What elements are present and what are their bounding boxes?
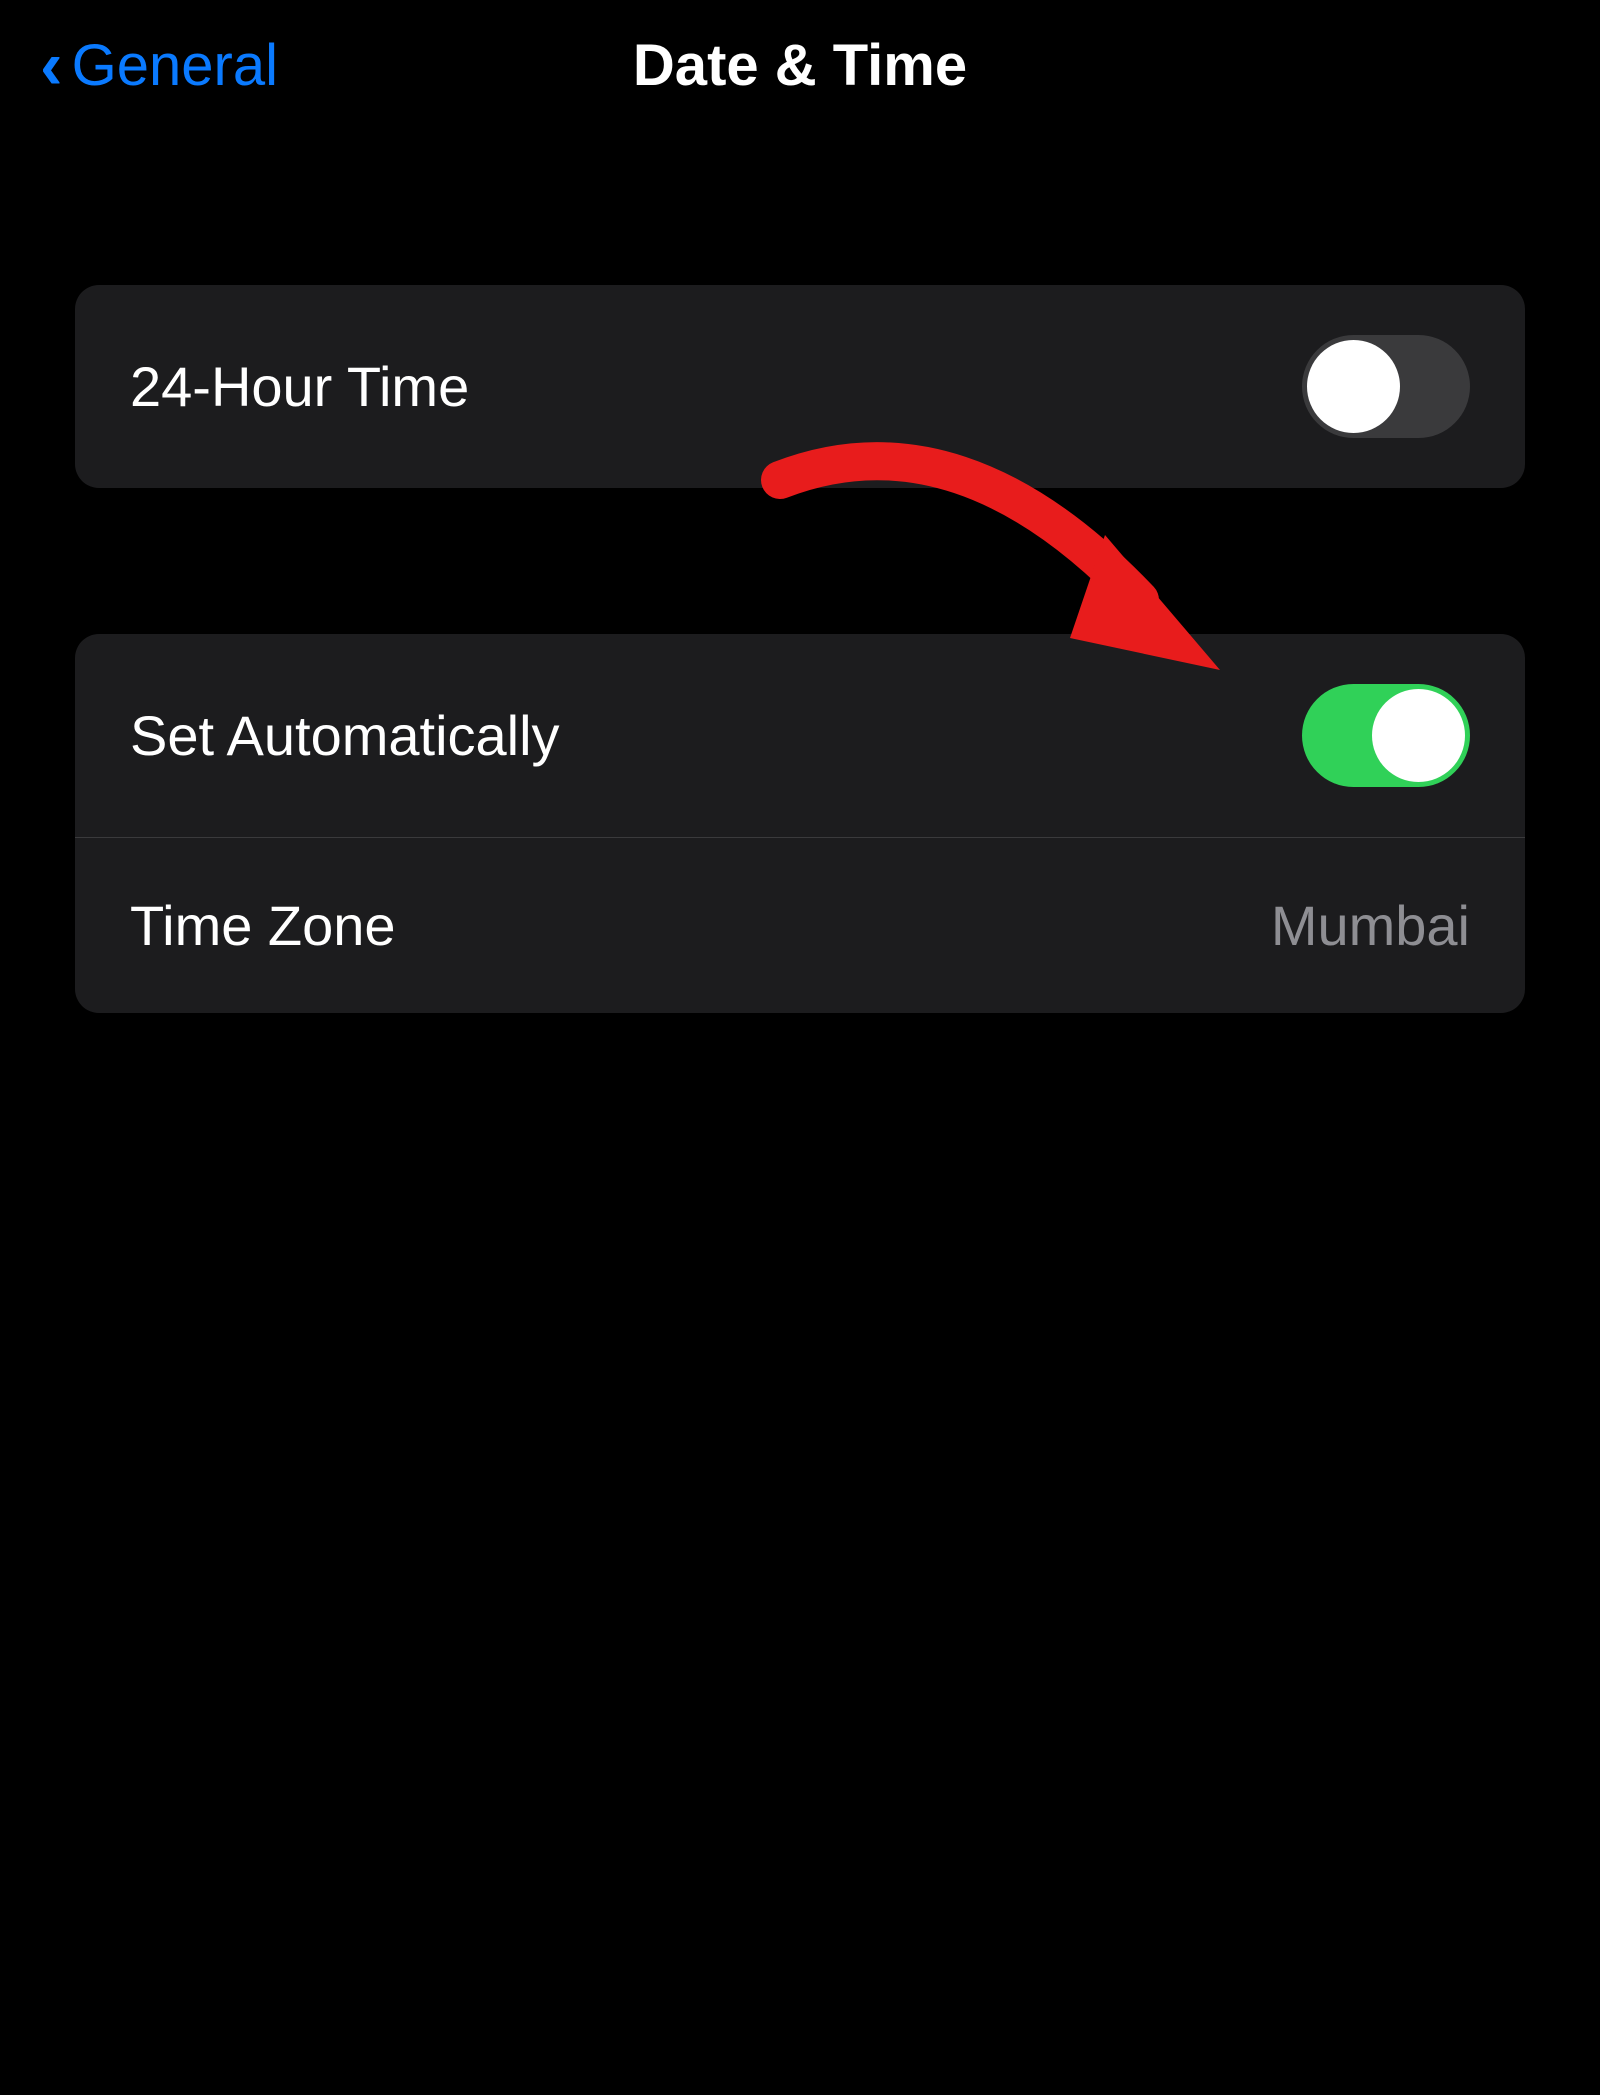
row-label-time-zone: Time Zone (130, 893, 396, 958)
settings-content: 24-Hour Time Set Automatically Time Zone… (0, 105, 1600, 1013)
settings-group-timezone: Set Automatically Time Zone Mumbai (75, 634, 1525, 1013)
toggle-set-automatically[interactable] (1302, 684, 1470, 787)
back-button[interactable]: ‹ General (40, 26, 278, 104)
chevron-left-icon: ‹ (40, 26, 58, 104)
toggle-knob (1372, 689, 1465, 782)
toggle-24-hour-time[interactable] (1302, 335, 1470, 438)
toggle-knob (1307, 340, 1400, 433)
row-label-24hour: 24-Hour Time (130, 354, 469, 419)
row-value-time-zone: Mumbai (1271, 893, 1470, 958)
settings-group-display: 24-Hour Time (75, 285, 1525, 488)
navigation-header: ‹ General Date & Time (0, 0, 1600, 105)
row-time-zone[interactable]: Time Zone Mumbai (75, 837, 1525, 1013)
row-24-hour-time: 24-Hour Time (75, 285, 1525, 488)
page-title: Date & Time (633, 32, 967, 99)
row-set-automatically: Set Automatically (75, 634, 1525, 837)
back-label: General (72, 32, 278, 99)
row-label-set-automatically: Set Automatically (130, 703, 560, 768)
